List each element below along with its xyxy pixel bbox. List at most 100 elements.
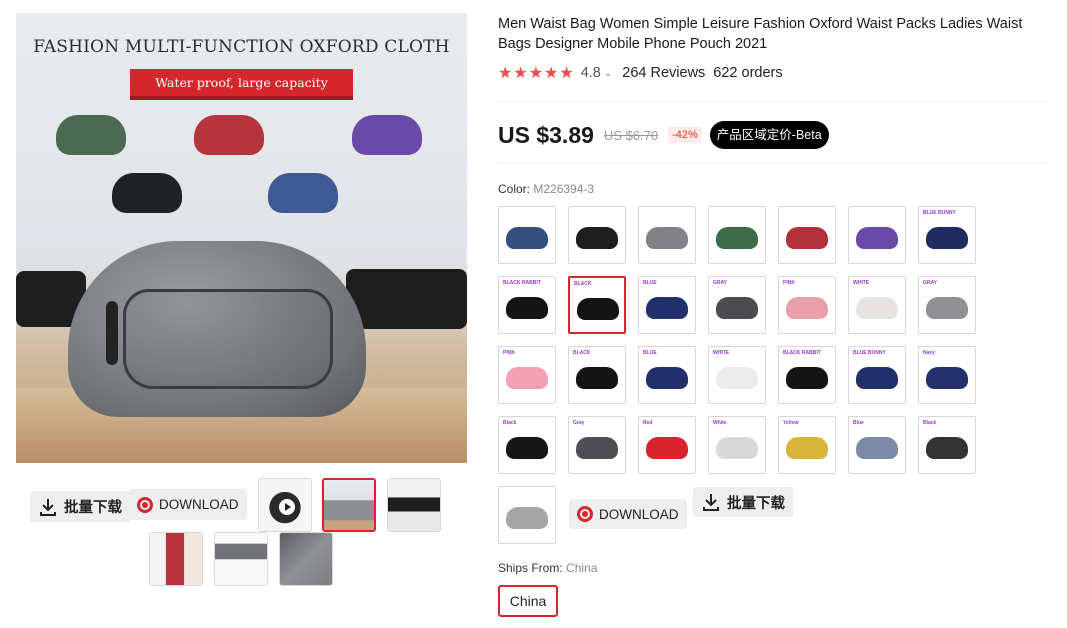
swatch-download-button[interactable]: DOWNLOAD <box>569 499 687 529</box>
swatch-tag: PINK <box>783 280 795 286</box>
swatch-tag: Black <box>503 420 517 426</box>
swatch-tag: Red <box>643 420 653 426</box>
swatch-bag-image <box>920 367 974 389</box>
swatch-bag-image <box>500 367 554 389</box>
thumbnail-video[interactable] <box>258 478 312 532</box>
download-icon <box>40 498 56 516</box>
color-swatch[interactable]: PINK <box>778 276 836 334</box>
bag-strap <box>346 269 467 329</box>
thumbnail-cover[interactable] <box>322 478 376 532</box>
swatch-bag-image <box>920 437 974 459</box>
swatch-tag: Gray <box>573 420 585 426</box>
swatch-tag: BLUE BUNNY <box>853 350 886 356</box>
ships-from-label: Ships From: China <box>498 561 597 575</box>
color-swatch[interactable] <box>848 206 906 264</box>
swatch-tag: BLUE <box>643 280 657 286</box>
swatch-bag-image <box>710 437 764 459</box>
thumbnail-image <box>324 480 374 530</box>
swatch-download-label: DOWNLOAD <box>599 506 679 522</box>
rating-value[interactable]: 4.8 <box>581 65 601 81</box>
thumbnail-image <box>150 533 202 585</box>
color-label: Color: M226394-3 <box>498 182 594 196</box>
color-swatch[interactable]: Black <box>498 416 556 474</box>
color-swatch[interactable] <box>568 206 626 264</box>
divider <box>498 163 1046 164</box>
rating-row: ★★★★★ 4.8 ⌄ 264 Reviews 622 orders <box>498 63 783 83</box>
swatch-bulk-download-label: 批量下载 <box>727 495 785 512</box>
main-product-image[interactable]: FASHION MULTI-FUNCTION OXFORD CLOTH Wate… <box>16 13 467 463</box>
swatch-bag-image <box>571 298 624 320</box>
thumbnail-model-side[interactable] <box>149 532 203 586</box>
color-swatch[interactable]: BLACK <box>568 346 626 404</box>
swatch-tag: White <box>713 420 727 426</box>
swatch-tag: GRAY <box>713 280 727 286</box>
download-icon <box>703 494 719 511</box>
swatch-bag-image <box>780 297 834 319</box>
swatch-bag-image <box>500 507 554 529</box>
color-swatch[interactable]: Navy <box>918 346 976 404</box>
color-swatch[interactable] <box>778 206 836 264</box>
color-swatch[interactable]: WHITE <box>708 346 766 404</box>
ship-from-option-china[interactable]: China <box>498 585 558 617</box>
swatch-bulk-download-button[interactable]: 批量下载 <box>693 487 793 517</box>
color-swatch[interactable]: White <box>708 416 766 474</box>
color-swatch[interactable]: Blue <box>848 416 906 474</box>
color-swatch[interactable]: PINK <box>498 346 556 404</box>
swatch-bag-image <box>570 437 624 459</box>
swatch-bag-image <box>710 367 764 389</box>
thumbnail-contents[interactable] <box>214 532 268 586</box>
color-swatch[interactable]: WHITE <box>848 276 906 334</box>
color-swatch[interactable] <box>498 206 556 264</box>
bag-pocket <box>123 289 333 389</box>
color-swatch[interactable] <box>498 486 556 544</box>
swatch-tag: Yellow <box>783 420 799 426</box>
thumbnail-model-front[interactable] <box>387 478 441 532</box>
mini-bag-black <box>90 173 204 213</box>
color-swatch[interactable] <box>638 206 696 264</box>
hero-title: FASHION MULTI-FUNCTION OXFORD CLOTH <box>33 37 450 57</box>
discount-badge: -42% <box>668 127 702 143</box>
chevron-down-icon[interactable]: ⌄ <box>604 68 612 79</box>
color-swatch[interactable]: BLUE BUNNY <box>918 206 976 264</box>
swatch-bag-image <box>780 437 834 459</box>
swatch-bag-image <box>500 437 554 459</box>
bulk-download-button[interactable]: 批量下载 <box>30 491 130 522</box>
color-swatch[interactable]: GRAY <box>918 276 976 334</box>
swatch-tag: BLACK RABBIT <box>503 280 541 286</box>
swatch-tag: BLACK <box>573 350 591 356</box>
ships-from-text: Ships From: <box>498 561 563 575</box>
swatch-bag-image <box>500 297 554 319</box>
swatch-tag: WHITE <box>853 280 870 286</box>
swatch-bag-image <box>500 227 554 249</box>
regional-pricing-badge[interactable]: 产品区域定价-Beta <box>709 121 829 149</box>
swatch-bag-image <box>850 227 904 249</box>
color-swatch[interactable]: BLACK <box>568 276 626 334</box>
target-icon <box>577 506 593 522</box>
swatch-tag: PINK <box>503 350 515 356</box>
color-swatch[interactable]: Gray <box>568 416 626 474</box>
color-swatch[interactable] <box>708 206 766 264</box>
swatch-tag: BLUE <box>643 350 657 356</box>
swatch-tag: GRAY <box>923 280 937 286</box>
thumbnail-detail[interactable] <box>279 532 333 586</box>
swatch-tag: BLACK RABBIT <box>783 350 821 356</box>
download-button[interactable]: DOWNLOAD <box>129 489 247 520</box>
swatch-bag-image <box>710 297 764 319</box>
swatch-bag-image <box>710 227 764 249</box>
star-rating-icon: ★★★★★ <box>498 65 575 82</box>
swatch-bag-image <box>920 227 974 249</box>
color-swatch[interactable]: BLACK RABBIT <box>498 276 556 334</box>
color-swatch[interactable]: BLUE BUNNY <box>848 346 906 404</box>
swatch-tag: BLACK <box>574 281 592 287</box>
color-swatch[interactable]: Black <box>918 416 976 474</box>
color-swatch[interactable]: GRAY <box>708 276 766 334</box>
swatch-tag: WHITE <box>713 350 730 356</box>
swatch-bag-image <box>850 437 904 459</box>
color-swatch[interactable]: BLACK RABBIT <box>778 346 836 404</box>
color-swatch[interactable]: Red <box>638 416 696 474</box>
swatch-tag: BLUE BUNNY <box>923 210 956 216</box>
reviews-link[interactable]: 264 Reviews <box>622 65 705 81</box>
color-swatch[interactable]: BLUE <box>638 346 696 404</box>
color-swatch[interactable]: BLUE <box>638 276 696 334</box>
color-swatch[interactable]: Yellow <box>778 416 836 474</box>
